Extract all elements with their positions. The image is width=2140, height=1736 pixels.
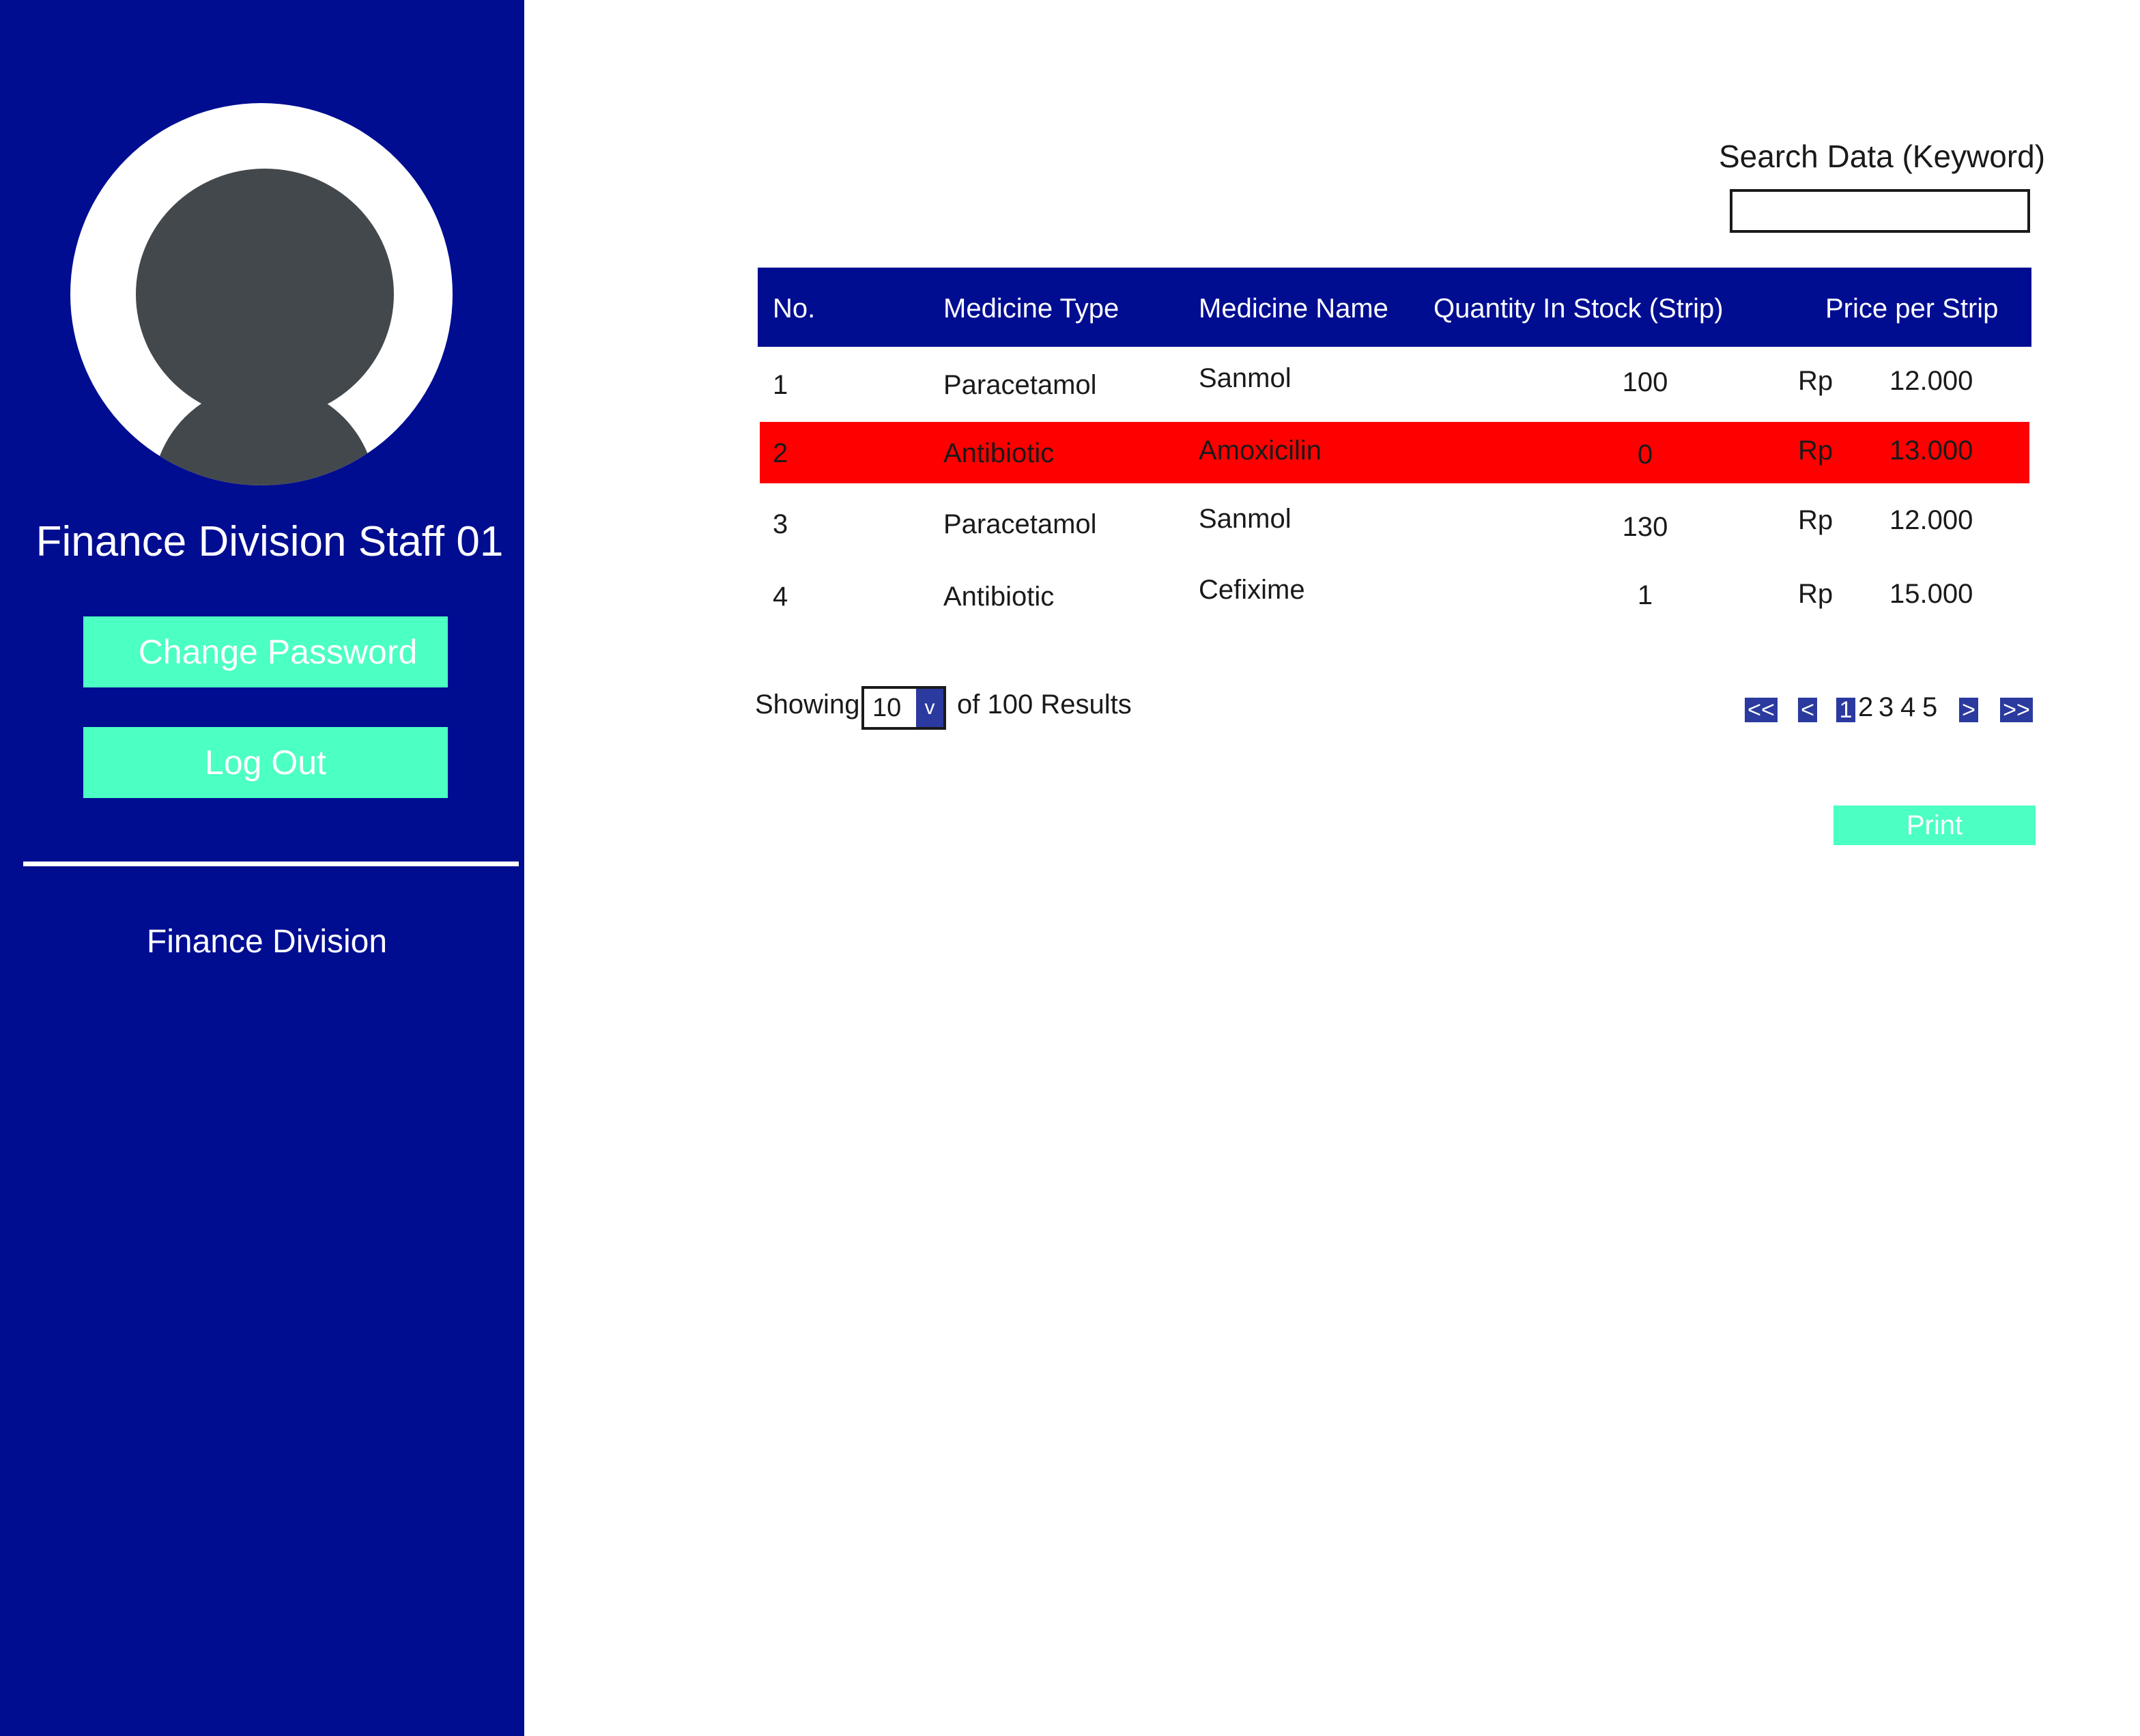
table-row[interactable]: 3 Paracetamol Sanmol 130 Rp 12.000 — [758, 483, 2031, 552]
last-page-button[interactable]: >> — [2000, 698, 2033, 722]
header-no: No. — [773, 294, 816, 324]
cell-quantity: 100 — [1622, 367, 1668, 397]
results-count-label: of 100 Results — [957, 689, 1132, 720]
previous-page-button[interactable]: < — [1798, 698, 1817, 722]
cell-currency: Rp — [1798, 505, 1834, 535]
table-row[interactable]: 1 Paracetamol Sanmol 100 Rp 12.000 — [758, 347, 2031, 422]
log-out-button[interactable]: Log Out — [83, 727, 448, 798]
change-password-button[interactable]: Change Password — [83, 616, 448, 687]
search-label: Search Data (Keyword) — [1719, 139, 2046, 174]
search-input[interactable] — [1730, 189, 2030, 233]
page-4-button[interactable]: 4 — [1900, 692, 1915, 723]
cell-price: 13.000 — [1889, 436, 1973, 466]
cell-price: 12.000 — [1889, 505, 1973, 535]
staff-name: Finance Division Staff 01 — [35, 518, 504, 565]
print-button[interactable]: Print — [1834, 806, 2036, 845]
page-1-button-current[interactable]: 1 — [1836, 698, 1855, 722]
avatar-shoulders — [152, 384, 376, 485]
cell-medicine-type: Paracetamol — [943, 509, 1097, 539]
page-3-button[interactable]: 3 — [1879, 692, 1894, 723]
cell-currency: Rp — [1798, 436, 1834, 466]
cell-no: 2 — [773, 438, 788, 468]
header-medicine-name: Medicine Name — [1199, 294, 1388, 324]
cell-no: 4 — [773, 582, 788, 612]
sidebar: Finance Division Staff 01 Change Passwor… — [0, 0, 524, 1736]
avatar-head — [136, 169, 394, 420]
cell-quantity: 1 — [1637, 580, 1653, 610]
cell-no: 3 — [773, 509, 788, 539]
page-5-button[interactable]: 5 — [1922, 692, 1937, 723]
cell-price: 12.000 — [1889, 366, 1973, 396]
table-row-out-of-stock[interactable]: 2 Antibiotic Amoxicilin 0 Rp 13.000 — [760, 422, 2029, 483]
next-page-button[interactable]: > — [1959, 698, 1978, 722]
cell-currency: Rp — [1798, 366, 1834, 396]
cell-no: 1 — [773, 370, 788, 400]
header-medicine-type: Medicine Type — [943, 294, 1119, 324]
cell-quantity: 130 — [1622, 512, 1668, 542]
cell-price: 15.000 — [1889, 579, 1973, 609]
cell-medicine-name: Cefixime — [1199, 575, 1305, 605]
dropdown-arrow-icon[interactable]: v — [916, 689, 943, 727]
page-size-select[interactable]: 10 v — [861, 686, 946, 730]
sidebar-divider — [23, 862, 519, 866]
first-page-button[interactable]: << — [1745, 698, 1778, 722]
division-label: Finance Division — [146, 924, 388, 960]
table-header: No. Medicine Type Medicine Name Quantity… — [758, 268, 2031, 347]
user-avatar-icon — [70, 103, 453, 485]
page-size-value: 10 — [872, 693, 902, 722]
cell-quantity: 0 — [1637, 440, 1653, 470]
header-quantity: Quantity In Stock (Strip) — [1433, 294, 1724, 324]
showing-label: Showing — [755, 689, 860, 720]
cell-medicine-type: Antibiotic — [943, 438, 1055, 468]
cell-medicine-name: Sanmol — [1199, 504, 1292, 534]
page-2-button[interactable]: 2 — [1858, 692, 1873, 723]
cell-medicine-type: Paracetamol — [943, 370, 1097, 400]
table-row[interactable]: 4 Antibiotic Cefixime 1 Rp 15.000 — [758, 552, 2031, 627]
cell-medicine-name: Sanmol — [1199, 363, 1292, 393]
medicine-table: No. Medicine Type Medicine Name Quantity… — [758, 268, 2031, 612]
cell-medicine-type: Antibiotic — [943, 582, 1055, 612]
cell-medicine-name: Amoxicilin — [1199, 436, 1322, 466]
header-price: Price per Strip — [1825, 294, 1999, 324]
cell-currency: Rp — [1798, 579, 1834, 609]
